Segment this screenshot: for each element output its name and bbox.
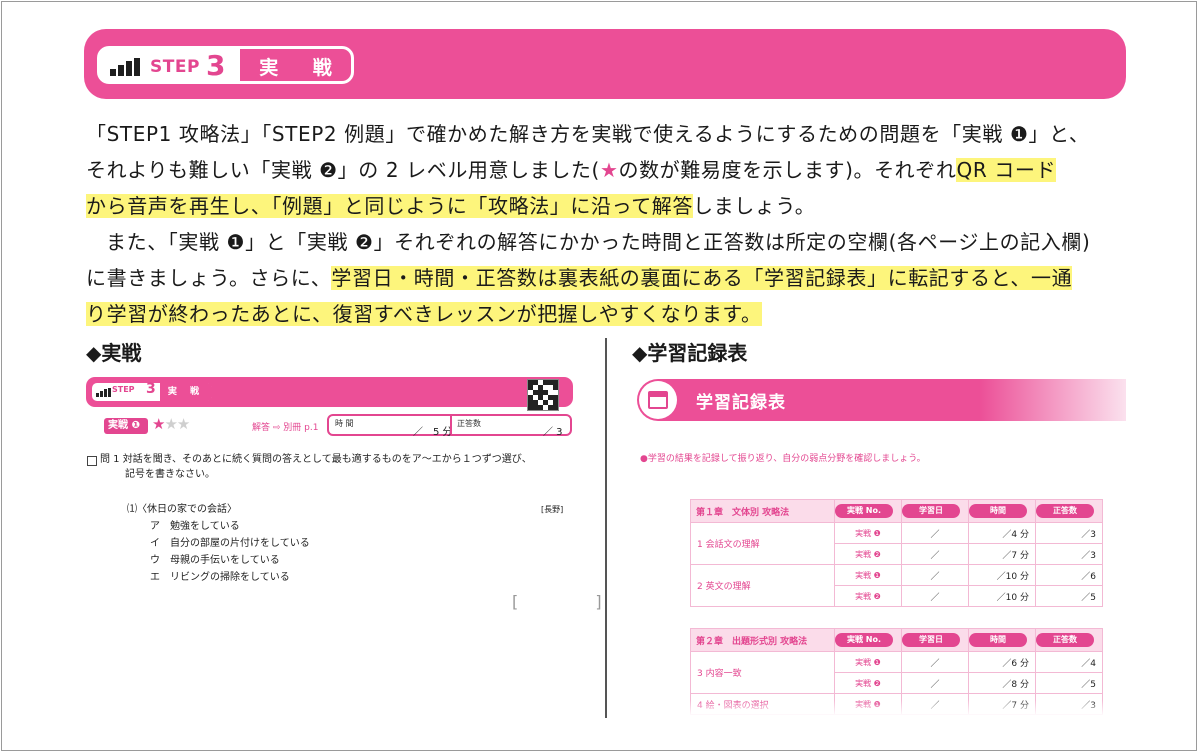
date-cell[interactable]: ／ <box>901 585 969 607</box>
choice-e: エ リビングの掃除をしている <box>150 572 290 583</box>
score-cell[interactable]: ／5 <box>1035 585 1103 607</box>
mini-step-banner: STEP 3 実 戦 <box>86 377 573 407</box>
intro-line-2b: の数が難易度を示します)。それぞれ <box>618 158 957 182</box>
date-cell[interactable]: ／ <box>901 564 969 586</box>
col-header-date: 学習日 <box>902 504 960 518</box>
jissen-level-tag: 実戦 ❶ <box>104 418 148 434</box>
highlight-record-2: り学習が終わったあとに、復習すべきレッスンが把握しやすくなります。 <box>86 302 762 326</box>
col-header-date: 学習日 <box>902 633 960 647</box>
step-banner: STEP 3 実 戦 <box>84 29 1126 99</box>
qr-code-icon[interactable] <box>527 379 559 411</box>
jissen-no: 実戦 ❷ <box>834 672 902 694</box>
source-label: [長野] <box>541 505 564 514</box>
intro-paragraph: 「STEP1 攻略法」「STEP2 例題」で確かめた解き方を実戦で使えるようにす… <box>86 116 1146 332</box>
time-label: 時 間 <box>335 419 354 428</box>
jissen-no: 実戦 ❶ <box>834 522 902 544</box>
highlight-qr: QR コード <box>956 158 1057 182</box>
sub-question-title: ⑴〈休日の家での会話〉 <box>127 504 237 515</box>
time-cell[interactable]: ／8 分 <box>968 672 1036 694</box>
section-heading-record: ◆学習記録表 <box>632 341 748 365</box>
col-header-time: 時間 <box>969 504 1027 518</box>
record-banner: 学習記録表 <box>637 379 1126 421</box>
intro-line-2a: それよりも難しい「実戦 ❷」の 2 レベル用意しました( <box>86 158 600 182</box>
difficulty-stars: ★★★ <box>152 415 190 433</box>
table-row: 3 内容一致 実戦 ❶ ／ ／6 分 ／4 <box>690 651 1103 694</box>
lesson-name: 2 英文の理解 <box>690 564 835 607</box>
table-row: 2 英文の理解 実戦 ❶ ／ ／10 分 ／6 <box>690 564 1103 607</box>
time-cell[interactable]: ／10 分 <box>968 564 1036 586</box>
question-text: 問 1 対話を聞き、そのあとに続く質問の答えとして最も適するものをア〜エから１つ… <box>100 454 532 465</box>
score-value: ／ 3 <box>543 427 563 438</box>
step-pill: STEP 3 実 戦 <box>97 46 354 84</box>
time-value: ／ 5 分 <box>413 427 453 438</box>
record-note: ●学習の結果を記録して振り返り、自分の弱点分野を確認しましょう。 <box>640 454 926 464</box>
mini-step-number: 3 <box>146 381 156 397</box>
record-table-chapter1: 第１章 文体別 攻略法 実戦 No. 学習日 時間 正答数 1 会話文の理解 実… <box>690 499 1103 607</box>
lesson-name: 3 内容一致 <box>690 651 835 694</box>
intro-line-1: 「STEP1 攻略法」「STEP2 例題」で確かめた解き方を実戦で使えるようにす… <box>86 122 1090 146</box>
intro-line-4: また、「実戦 ❶」と「実戦 ❷」それぞれの解答にかかった時間と正答数は所定の空欄… <box>106 230 1091 254</box>
time-cell[interactable]: ／6 分 <box>968 651 1036 673</box>
answer-bracket: [ ] <box>512 592 638 611</box>
step-number: 3 <box>206 49 226 82</box>
time-score-box: 時 間 ／ 5 分 正答数 ／ 3 <box>327 414 572 438</box>
calendar-icon <box>639 381 677 419</box>
time-cell[interactable]: ／4 分 <box>968 522 1036 544</box>
mini-step-title: 実 戦 <box>158 383 212 401</box>
star-icon: ★ <box>599 158 619 182</box>
bottom-fade <box>640 700 1126 720</box>
time-score-separator <box>450 416 452 434</box>
col-header-score: 正答数 <box>1036 633 1094 647</box>
time-cell[interactable]: ／10 分 <box>968 585 1036 607</box>
jissen-no: 実戦 ❷ <box>834 543 902 565</box>
score-cell[interactable]: ／4 <box>1035 651 1103 673</box>
highlight-audio: から音声を再生し、「例題」と同じように「攻略法」に沿って解答 <box>86 194 693 218</box>
highlight-record-1: 学習日・時間・正答数は裏表紙の裏面にある「学習記録表」に転記すると、一通 <box>331 266 1073 290</box>
score-cell[interactable]: ／3 <box>1035 522 1103 544</box>
date-cell[interactable]: ／ <box>901 543 969 565</box>
column-divider <box>605 338 607 718</box>
step-word: STEP <box>150 57 200 77</box>
col-header-time: 時間 <box>969 633 1027 647</box>
intro-line-3: しましょう。 <box>693 194 816 218</box>
mini-bar-signal-icon <box>96 388 111 397</box>
date-cell[interactable]: ／ <box>901 672 969 694</box>
score-label: 正答数 <box>457 419 481 428</box>
table-row: 1 会話文の理解 実戦 ❶ ／ ／4 分 ／3 <box>690 522 1103 565</box>
mini-step-pill: STEP 3 実 戦 <box>92 381 212 401</box>
lesson-name: 1 会話文の理解 <box>690 522 835 565</box>
step-title: 実 戦 <box>259 57 346 79</box>
time-cell[interactable]: ／7 分 <box>968 543 1036 565</box>
choice-a: ア 勉強をしている <box>150 521 240 532</box>
star-off-icon: ★★ <box>164 415 190 433</box>
score-cell[interactable]: ／3 <box>1035 543 1103 565</box>
chapter-2-header: 第２章 出題形式別 攻略法 <box>690 628 835 652</box>
col-header-no: 実戦 No. <box>835 633 893 647</box>
bar-signal-icon <box>110 58 144 76</box>
jissen-no: 実戦 ❷ <box>834 585 902 607</box>
jissen-no: 実戦 ❶ <box>834 651 902 673</box>
mini-step-word: STEP <box>112 385 135 394</box>
col-header-no: 実戦 No. <box>835 504 893 518</box>
question-checkbox[interactable] <box>87 456 97 466</box>
question-text-2: 記号を書きなさい。 <box>125 469 215 480</box>
section-heading-jissen: ◆実戦 <box>86 341 142 365</box>
date-cell[interactable]: ／ <box>901 522 969 544</box>
score-cell[interactable]: ／5 <box>1035 672 1103 694</box>
intro-line-5: に書きましょう。さらに、 <box>86 266 332 290</box>
choice-i: イ 自分の部屋の片付けをしている <box>150 538 310 549</box>
jissen-no: 実戦 ❶ <box>834 564 902 586</box>
date-cell[interactable]: ／ <box>901 651 969 673</box>
choice-u: ウ 母親の手伝いをしている <box>150 555 280 566</box>
star-on-icon: ★ <box>152 415 165 433</box>
chapter-1-header: 第１章 文体別 攻略法 <box>690 499 835 523</box>
score-cell[interactable]: ／6 <box>1035 564 1103 586</box>
record-title: 学習記録表 <box>696 393 786 413</box>
step-title-box: 実 戦 <box>237 49 351 81</box>
answer-reference: 解答 ⇨ 別冊 p.1 <box>252 423 319 433</box>
col-header-score: 正答数 <box>1036 504 1094 518</box>
